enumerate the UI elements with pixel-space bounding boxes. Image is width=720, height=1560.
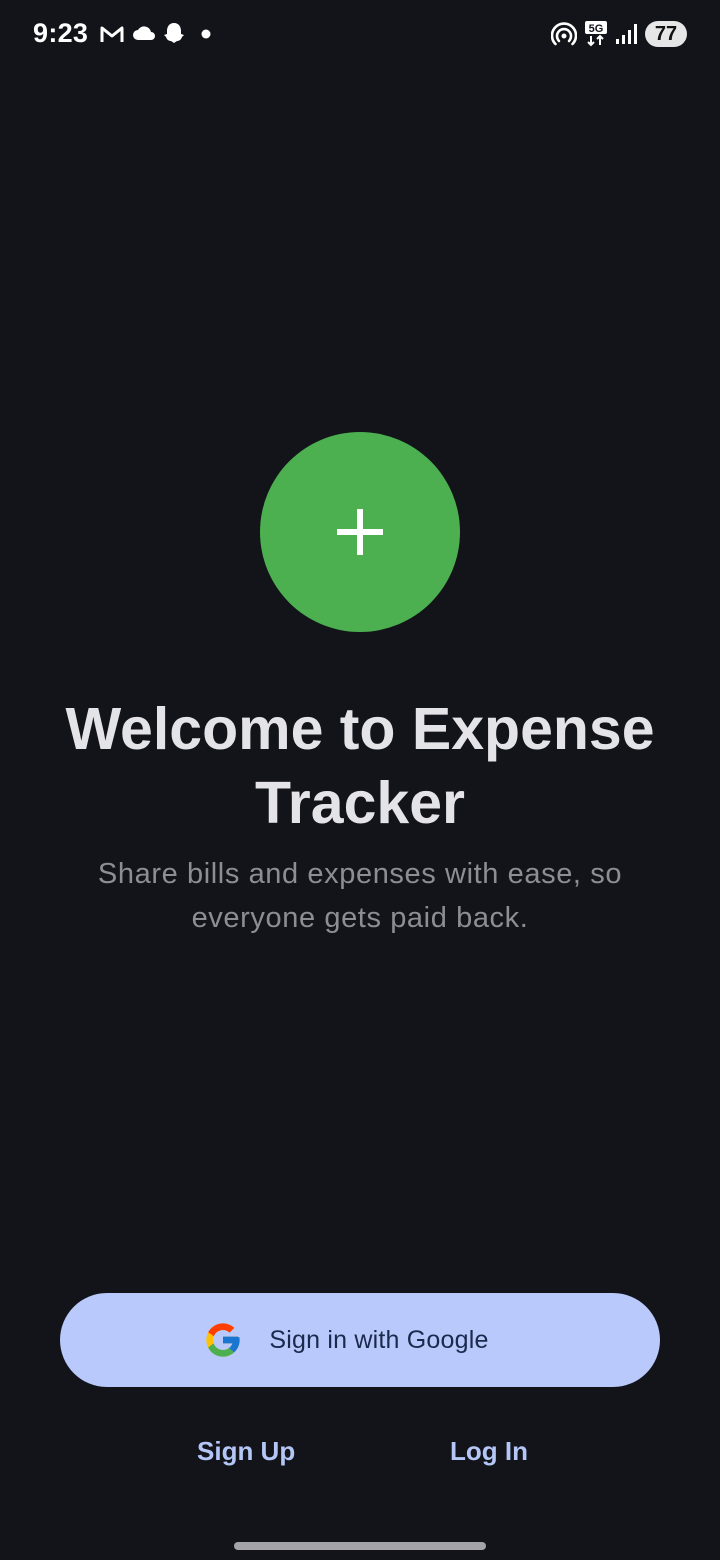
page-subtitle: Share bills and expenses with ease, so e…: [97, 858, 623, 934]
status-bar: 9:23 5G 77: [0, 0, 720, 70]
welcome-screen: 9:23 5G 77 Welcome to Expense Tracker Sh…: [0, 0, 720, 1560]
signal-icon: [614, 20, 638, 48]
hotspot-icon: [551, 20, 577, 48]
home-indicator[interactable]: [234, 1542, 486, 1550]
battery-icon: 77: [645, 21, 687, 47]
sign-up-button[interactable]: Sign Up: [197, 1436, 295, 1476]
snapchat-icon: [161, 20, 187, 48]
page-title: Welcome to Expense Tracker: [65, 696, 655, 836]
cloud-icon: [131, 20, 157, 48]
google-sign-in-label: Sign in with Google: [269, 1325, 489, 1354]
status-time: 9:23: [33, 18, 89, 48]
google-sign-in-button[interactable]: Sign in with Google: [60, 1293, 660, 1387]
app-logo: [260, 432, 460, 632]
google-icon: [206, 1323, 241, 1357]
gmail-icon: [99, 20, 125, 48]
5g-icon: 5G: [584, 20, 610, 48]
log-in-button[interactable]: Log In: [450, 1436, 528, 1476]
svg-text:5G: 5G: [589, 23, 604, 35]
plus-icon: [337, 509, 383, 555]
notification-dot-icon: [199, 20, 213, 48]
